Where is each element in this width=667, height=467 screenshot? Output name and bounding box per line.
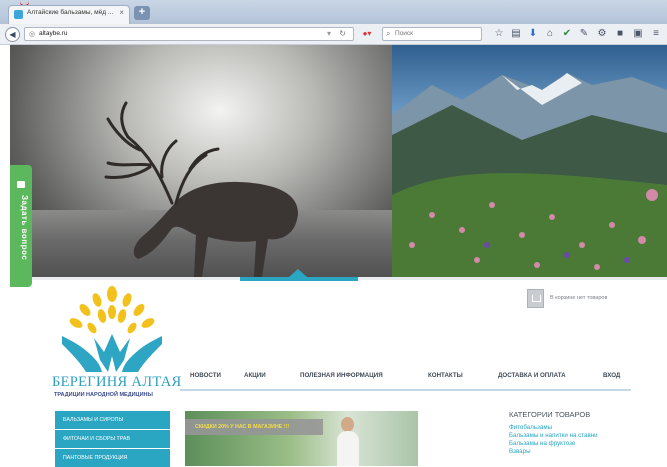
split-icon[interactable]: ▣ bbox=[632, 28, 644, 40]
sidebar-item-antler-products[interactable]: ПАНТОВЫЕ ПРОДУКЦИЯ bbox=[55, 449, 170, 467]
reload-icon[interactable]: ↻ bbox=[339, 29, 346, 38]
sidebar-item-label: ФИТОЧАИ И СБОРЫ ТРАВ bbox=[63, 436, 130, 442]
sidebar-item-teas[interactable]: ФИТОЧАИ И СБОРЫ ТРАВ bbox=[55, 430, 170, 448]
search-input[interactable] bbox=[395, 30, 475, 37]
promo-banner-image[interactable]: СКИДКИ 20% У НАС В МАГАЗИНЕ !!! bbox=[185, 411, 418, 466]
category-link-phytobalms[interactable]: Фитобальзамы bbox=[509, 424, 552, 431]
slider-indicator[interactable] bbox=[240, 277, 358, 281]
categories-title: КАТЕГОРИИ ТОВАРОВ bbox=[509, 410, 591, 419]
nav-item-useful-info[interactable]: ПОЛЕЗНАЯ ИНФОРМАЦИЯ bbox=[300, 372, 383, 379]
brand-tagline: ТРАДИЦИИ НАРОДНОЙ МЕДИЦИНЫ bbox=[54, 392, 153, 398]
reindeer-illustration bbox=[104, 101, 298, 277]
browser-toolbar: ◀ ◎ altaybe.ru ▾ ↻ ●▾ ⌕ ☆ ▤ ⬇ ⌂ ✔ ✎ ⚙ ■ … bbox=[0, 24, 667, 45]
person-head bbox=[341, 417, 354, 432]
url-text: altaybe.ru bbox=[39, 30, 68, 37]
window-icon[interactable]: ■ bbox=[614, 28, 626, 40]
nav-item-news[interactable]: НОВОСТИ bbox=[190, 372, 221, 379]
nav-divider bbox=[180, 389, 631, 391]
favicon-icon bbox=[14, 10, 23, 19]
star-icon[interactable]: ☆ bbox=[493, 28, 505, 40]
address-bar[interactable]: ◎ altaybe.ru ▾ ↻ bbox=[24, 27, 354, 41]
sidebar-item-label: ПАНТОВЫЕ ПРОДУКЦИЯ bbox=[63, 455, 128, 461]
tab-close-icon[interactable]: × bbox=[119, 8, 124, 17]
promo-text: СКИДКИ 20% У НАС В МАГАЗИНЕ !!! bbox=[195, 424, 290, 430]
bookmarks-icon[interactable]: ▤ bbox=[510, 28, 522, 40]
promo-person-image bbox=[335, 417, 361, 466]
category-link-fructose-balms[interactable]: Бальзамы на фруктозе bbox=[509, 440, 575, 447]
promo-discount-banner[interactable]: СКИДКИ 20% У НАС В МАГАЗИНЕ !!! bbox=[185, 419, 323, 435]
cart-widget[interactable]: В корзине нет товаров bbox=[527, 289, 647, 311]
nav-item-contacts[interactable]: КОНТАКТЫ bbox=[428, 372, 463, 379]
download-icon[interactable]: ⬇ bbox=[527, 28, 539, 40]
brand-logo[interactable] bbox=[52, 286, 177, 376]
category-link-vzvary[interactable]: Взвары bbox=[509, 448, 531, 455]
nav-item-promotions[interactable]: АКЦИИ bbox=[244, 372, 266, 379]
slider-caret-icon bbox=[289, 269, 307, 277]
menu-icon[interactable]: ≡ bbox=[650, 28, 662, 40]
sidebar-item-balms[interactable]: БАЛЬЗАМЫ И СИРОПЫ bbox=[55, 411, 170, 429]
back-arrow-icon[interactable]: ◀ bbox=[5, 27, 20, 42]
cart-icon bbox=[527, 289, 544, 308]
person-body bbox=[337, 431, 359, 466]
extension-icon[interactable]: ✔ bbox=[561, 28, 573, 40]
tab-title: Алтайские бальзамы, мёд ... bbox=[27, 9, 113, 16]
new-tab-button[interactable]: + bbox=[134, 6, 150, 20]
browser-tab[interactable]: Алтайские бальзамы, мёд ... × bbox=[8, 5, 130, 24]
category-link-balms-drinks[interactable]: Бальзамы и напитки на ставни bbox=[509, 432, 598, 439]
nav-item-delivery[interactable]: ДОСТАВКА И ОПЛАТА bbox=[498, 372, 566, 379]
cart-status: В корзине нет товаров bbox=[550, 295, 608, 301]
sidebar-item-label: БАЛЬЗАМЫ И СИРОПЫ bbox=[63, 417, 124, 423]
nav-item-login[interactable]: ВХОД bbox=[603, 372, 620, 379]
hero-image-reindeer bbox=[10, 45, 392, 278]
globe-icon: ◎ bbox=[29, 31, 36, 38]
hero-image-mountains bbox=[392, 45, 667, 278]
search-box[interactable]: ⌕ bbox=[382, 27, 482, 41]
ask-question-label: Задать вопрос bbox=[20, 195, 29, 261]
brand-name: БЕРЕГИНЯ АЛТАЯ bbox=[52, 374, 182, 390]
hero-slider[interactable] bbox=[10, 45, 667, 278]
pen-icon[interactable]: ✎ bbox=[578, 28, 590, 40]
dropdown-arrow-icon[interactable]: ▾ bbox=[327, 29, 331, 38]
home-icon[interactable]: ⌂ bbox=[544, 28, 556, 40]
settings-icon[interactable]: ⚙ bbox=[596, 28, 608, 40]
search-engine-icon[interactable]: ●▾ bbox=[360, 28, 374, 40]
message-icon bbox=[17, 181, 25, 188]
ask-question-button[interactable]: Задать вопрос bbox=[10, 165, 32, 287]
main-nav: НОВОСТИ АКЦИИ ПОЛЕЗНАЯ ИНФОРМАЦИЯ КОНТАК… bbox=[180, 368, 630, 388]
browser-tab-bar: Алтайские бальзамы, мёд ... × + bbox=[0, 0, 667, 24]
search-icon: ⌕ bbox=[386, 29, 391, 38]
mountains-illustration bbox=[392, 73, 667, 278]
